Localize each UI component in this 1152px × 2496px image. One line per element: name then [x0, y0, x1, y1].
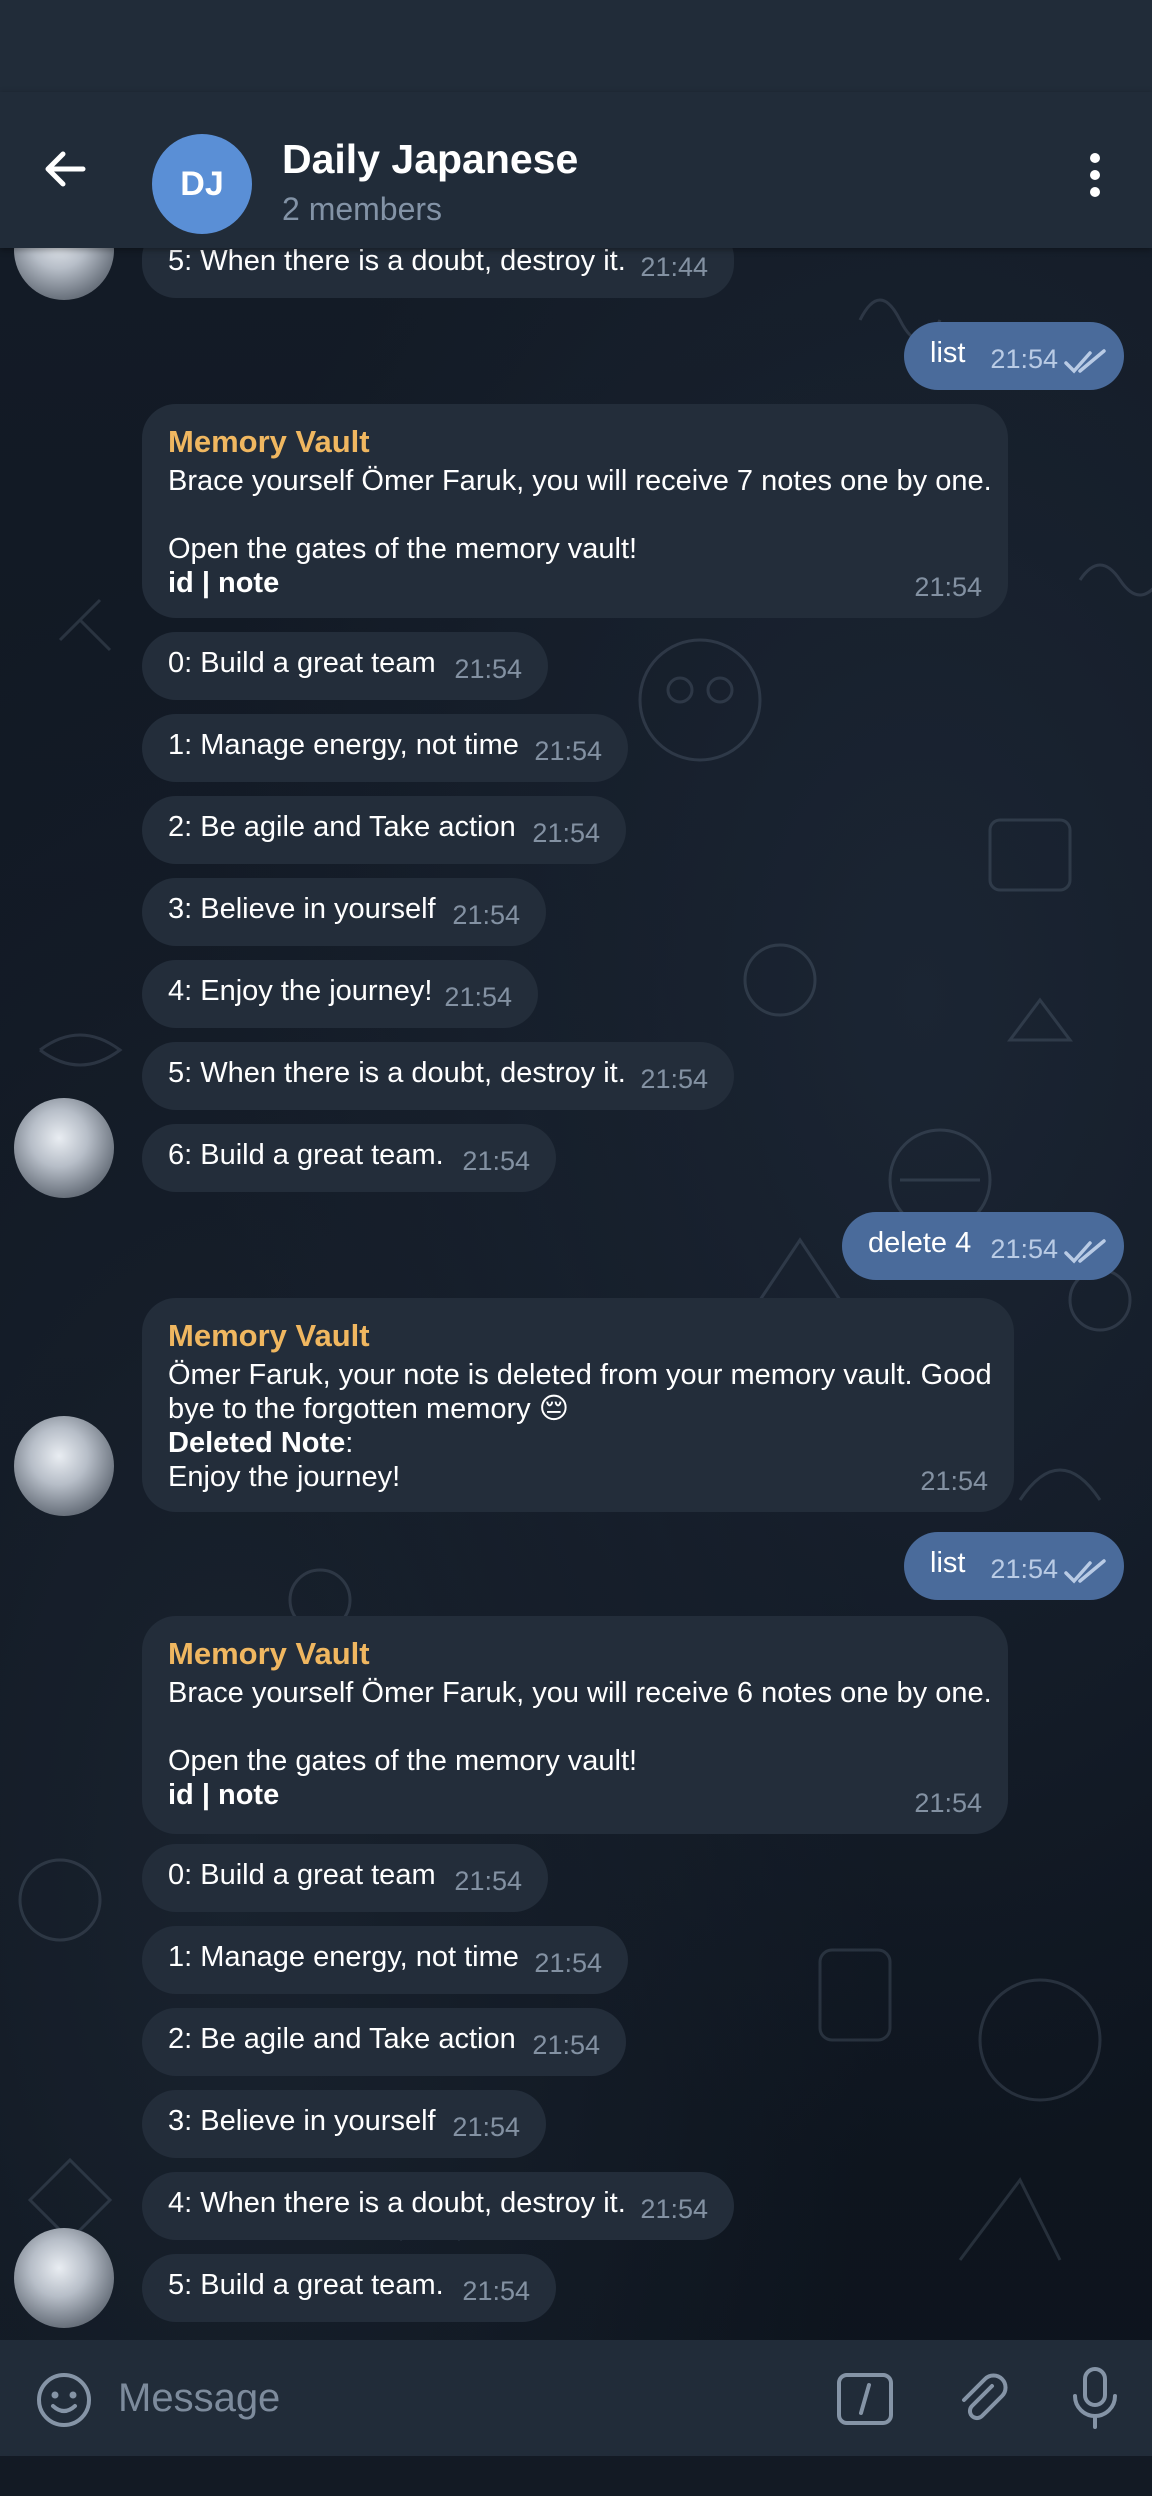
- message-bubble[interactable]: 5: Build a great team. 21:54: [142, 2254, 556, 2322]
- message-time: 21:54: [534, 736, 602, 766]
- message-time: 21:54: [462, 2276, 530, 2306]
- double-check-icon: [1064, 349, 1106, 374]
- message-line: Ömer Faruk, your note is deleted from yo…: [168, 1359, 992, 1391]
- sender-name: Memory Vault: [168, 1318, 370, 1353]
- message-text: 5: When there is a doubt, destroy it.: [168, 245, 626, 277]
- message-line: Enjoy the journey!: [168, 1461, 401, 1493]
- back-arrow-icon: [45, 151, 86, 187]
- message-time: 21:54: [914, 572, 982, 602]
- message-time: 21:54: [640, 1064, 708, 1094]
- sender-name: Memory Vault: [168, 424, 370, 459]
- message-bubble[interactable]: 4: When there is a doubt, destroy it. 21…: [142, 2172, 734, 2240]
- message-text: 1: Manage energy, not time: [168, 729, 519, 761]
- message-input[interactable]: [118, 2366, 758, 2430]
- message-text: 3: Believe in yourself: [168, 2105, 436, 2137]
- message-time: 21:54: [914, 1788, 982, 1818]
- message-list: 5: When there is a doubt, destroy it. 21…: [0, 0, 1152, 2340]
- message-text: 1: Manage energy, not time: [168, 1941, 519, 1973]
- outgoing-message-bubble[interactable]: list 21:54: [904, 322, 1124, 390]
- message-line: Brace yourself Ömer Faruk, you will rece…: [168, 1677, 992, 1709]
- mic-icon[interactable]: [1068, 2366, 1122, 2430]
- outgoing-message-bubble[interactable]: list 21:54: [904, 1532, 1124, 1600]
- message-line: id | note: [168, 567, 280, 599]
- message-text: list: [930, 337, 966, 369]
- message-line: :: [345, 1427, 354, 1459]
- message-bubble[interactable]: 3: Believe in yourself 21:54: [142, 878, 546, 946]
- message-time: 21:54: [534, 1948, 602, 1978]
- message-line: bye to the forgotten memory 😔: [168, 1393, 569, 1425]
- message-text: 4: When there is a doubt, destroy it.: [168, 2187, 626, 2219]
- chat-header: DJ Daily Japanese 2 members: [0, 92, 1152, 248]
- message-line: Brace yourself Ömer Faruk, you will rece…: [168, 465, 992, 497]
- sender-name: Memory Vault: [168, 1636, 370, 1671]
- message-bubble[interactable]: 1: Manage energy, not time 21:54: [142, 714, 628, 782]
- message-text: 2: Be agile and Take action: [168, 811, 516, 843]
- chat-title[interactable]: Daily Japanese: [282, 136, 578, 183]
- bot-avatar[interactable]: [14, 1416, 114, 1516]
- emoji-icon[interactable]: [34, 2370, 94, 2430]
- bot-message-bubble[interactable]: Memory Vault Ömer Faruk, your note is de…: [142, 1298, 1014, 1512]
- message-text: 4: Enjoy the journey!: [168, 975, 433, 1007]
- message-time: 21:44: [640, 252, 708, 282]
- message-bubble[interactable]: 2: Be agile and Take action 21:54: [142, 2008, 626, 2076]
- message-time: 21:54: [990, 1234, 1058, 1264]
- message-text: 3: Believe in yourself: [168, 893, 436, 925]
- bot-avatar[interactable]: [14, 2228, 114, 2328]
- message-time: 21:54: [452, 900, 520, 930]
- message-bubble[interactable]: 0: Build a great team 21:54: [142, 632, 548, 700]
- message-time: 21:54: [920, 1466, 988, 1496]
- message-time: 21:54: [462, 1146, 530, 1176]
- message-time: 21:54: [640, 2194, 708, 2224]
- bot-avatar[interactable]: [14, 1098, 114, 1198]
- deleted-note-label: Deleted Note: [168, 1427, 346, 1459]
- message-text: 0: Build a great team: [168, 1859, 436, 1891]
- attach-icon[interactable]: [952, 2368, 1012, 2428]
- telegram-chat-screen: DJ Daily Japanese 2 members 5: When ther…: [0, 0, 1152, 2496]
- message-text: 6: Build a great team.: [168, 1139, 444, 1171]
- bot-command-icon[interactable]: [836, 2372, 894, 2426]
- outgoing-message-bubble[interactable]: delete 4 21:54: [842, 1212, 1124, 1280]
- message-time: 21:54: [532, 818, 600, 848]
- message-time: 21:54: [990, 1554, 1058, 1584]
- back-button[interactable]: [28, 132, 102, 206]
- message-time: 21:54: [444, 982, 512, 1012]
- message-bubble[interactable]: 0: Build a great team 21:54: [142, 1844, 548, 1912]
- more-vertical-icon[interactable]: [1070, 150, 1120, 200]
- message-bubble[interactable]: 6: Build a great team. 21:54: [142, 1124, 556, 1192]
- message-bubble[interactable]: 5: When there is a doubt, destroy it. 21…: [142, 1042, 734, 1110]
- message-text: delete 4: [868, 1227, 972, 1259]
- message-text: 2: Be agile and Take action: [168, 2023, 516, 2055]
- message-time: 21:54: [454, 1866, 522, 1896]
- navigation-bar: [0, 2456, 1152, 2496]
- message-text: 0: Build a great team: [168, 647, 436, 679]
- chat-member-count: 2 members: [282, 191, 443, 227]
- message-line: Open the gates of the memory vault!: [168, 1745, 638, 1777]
- message-text: 5: Build a great team.: [168, 2269, 444, 2301]
- message-time: 21:54: [532, 2030, 600, 2060]
- message-time: 21:54: [452, 2112, 520, 2142]
- message-time: 21:54: [454, 654, 522, 684]
- message-composer: [0, 2340, 1152, 2456]
- message-text: 5: When there is a doubt, destroy it.: [168, 1057, 626, 1089]
- message-text: list: [930, 1547, 966, 1579]
- bot-message-bubble[interactable]: Memory Vault Brace yourself Ömer Faruk, …: [142, 1616, 1008, 1834]
- bot-message-bubble[interactable]: Memory Vault Brace yourself Ömer Faruk, …: [142, 404, 1008, 618]
- message-bubble[interactable]: 4: Enjoy the journey! 21:54: [142, 960, 538, 1028]
- message-bubble[interactable]: 1: Manage energy, not time 21:54: [142, 1926, 628, 1994]
- double-check-icon: [1064, 1559, 1106, 1584]
- message-line: Open the gates of the memory vault!: [168, 533, 638, 565]
- message-bubble[interactable]: 2: Be agile and Take action 21:54: [142, 796, 626, 864]
- message-bubble[interactable]: 3: Believe in yourself 21:54: [142, 2090, 546, 2158]
- double-check-icon: [1064, 1239, 1106, 1264]
- chat-avatar[interactable]: DJ: [152, 134, 252, 234]
- message-time: 21:54: [990, 344, 1058, 374]
- message-line: id | note: [168, 1779, 280, 1811]
